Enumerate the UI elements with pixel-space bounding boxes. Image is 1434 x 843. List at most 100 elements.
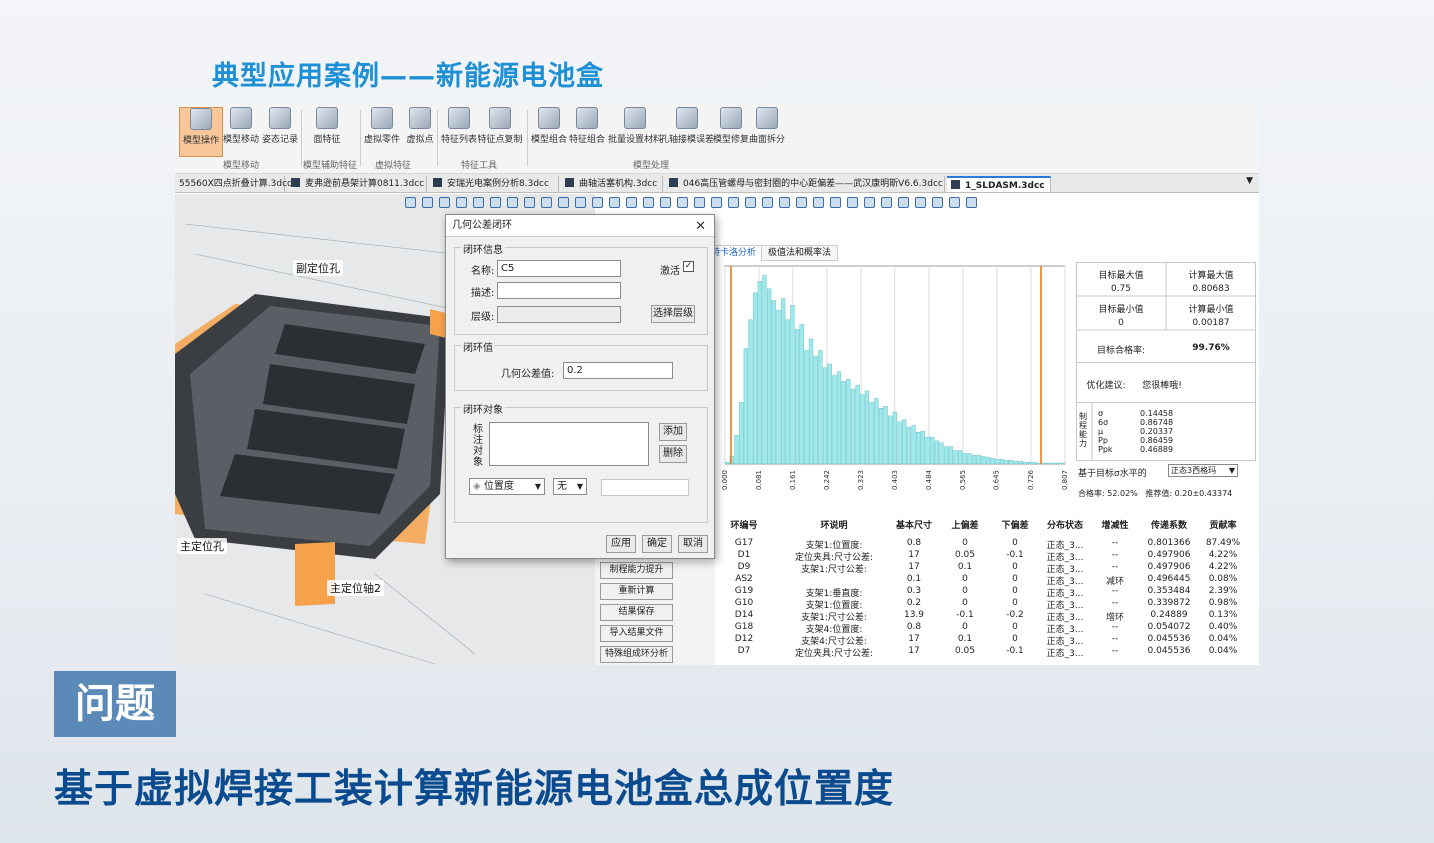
improve-capability-button[interactable]: 制程能力提升 <box>600 562 673 579</box>
view-tool-icon[interactable] <box>762 197 773 208</box>
surface-split-button[interactable]: 曲面拆分 <box>745 107 789 145</box>
histogram-bar <box>743 348 748 465</box>
col-header[interactable]: 基本尺寸 <box>889 518 939 531</box>
view-tool-icon[interactable] <box>592 197 603 208</box>
doc-tab[interactable]: 曲轴活塞机构.3dcc <box>561 176 663 192</box>
x-tick-label: 0.403 <box>891 470 899 490</box>
view-tool-icon[interactable] <box>813 197 824 208</box>
table-cell: -0.1 <box>956 610 974 620</box>
table-row[interactable]: D1 定位夹具:尺寸公差: 17 0.05 -0.1 正态_3... -- 0.497906 4… <box>719 550 1249 563</box>
table-row[interactable]: D7 定位夹具:尺寸公差: 17 0.05 -0.1 正态_3... -- 0.045536 0… <box>719 646 1249 659</box>
table-row[interactable]: G18 支架4:位置度: 0.8 0 0 正态_3... -- 0.054072 0.40% <box>719 622 1249 635</box>
col-header[interactable]: 贡献率 <box>1201 518 1245 531</box>
view-tool-icon[interactable] <box>966 197 977 208</box>
table-row[interactable]: G19 支架1:垂直度: 0.3 0 0 正态_3... -- 0.353484 2.39% <box>719 586 1249 599</box>
table-row[interactable]: D14 支架1:尺寸公差: 13.9 -0.1 -0.2 正态_3... 增环 0.24889… <box>719 610 1249 623</box>
view-tool-icon[interactable] <box>422 197 433 208</box>
view-tool-icon[interactable] <box>796 197 807 208</box>
view-tool-icon[interactable] <box>898 197 909 208</box>
view-tool-icon[interactable] <box>507 197 518 208</box>
tolerance-input[interactable]: 0.2 <box>563 362 673 379</box>
view-tool-icon[interactable] <box>439 197 450 208</box>
doc-tab[interactable]: 安瑞光电案例分析8.3dcc <box>429 176 559 192</box>
view-tool-icon[interactable] <box>745 197 756 208</box>
view-tool-icon[interactable] <box>864 197 875 208</box>
tab-overflow-icon[interactable]: ▼ <box>1246 176 1253 186</box>
view-tool-icon[interactable] <box>915 197 926 208</box>
col-header[interactable]: 下偏差 <box>991 518 1039 531</box>
view-tool-icon[interactable] <box>932 197 943 208</box>
tolerance-type-select[interactable]: ◈ 位置度 ▼ <box>469 478 545 495</box>
view-tool-icon[interactable] <box>694 197 705 208</box>
pose-record-button[interactable]: 姿态记录 <box>258 107 302 145</box>
view-tool-icon[interactable] <box>456 197 467 208</box>
mark-object-list[interactable] <box>489 422 649 466</box>
table-row[interactable]: G10 支架1:位置度: 0.2 0 0 正态_3... -- 0.339872 0.98% <box>719 598 1249 611</box>
view-tool-icon[interactable] <box>524 197 535 208</box>
view-tool-icon[interactable] <box>643 197 654 208</box>
histogram-bar <box>995 458 1000 465</box>
feature-copy-button[interactable]: 特征点复制 <box>475 107 525 145</box>
save-result-button[interactable]: 结果保存 <box>600 604 673 621</box>
feature-combine-button[interactable]: 特征组合 <box>565 107 609 145</box>
col-header[interactable]: 增减性 <box>1093 518 1137 531</box>
view-tool-icon[interactable] <box>473 197 484 208</box>
add-button[interactable]: 添加 <box>659 423 687 441</box>
recalculate-button[interactable]: 重新计算 <box>600 583 673 600</box>
doc-tab-active[interactable]: 1_SLDASM.3dcc <box>947 176 1051 192</box>
desc-input[interactable] <box>497 282 621 299</box>
view-tool-icon[interactable] <box>847 197 858 208</box>
col-header[interactable]: 传递系数 <box>1139 518 1199 531</box>
special-ring-analysis-button[interactable]: 特殊组成环分析 <box>600 646 673 663</box>
table-row[interactable]: G17 支架1:位置度: 0.8 0 0 正态_3... -- 0.801366 87.49% <box>719 538 1249 551</box>
view-tool-icon[interactable] <box>609 197 620 208</box>
view-tool-icon[interactable] <box>779 197 790 208</box>
view-tool-icon[interactable] <box>728 197 739 208</box>
view-tool-icon[interactable] <box>626 197 637 208</box>
3d-label: 主定位轴2 <box>327 580 384 596</box>
virtual-point-button[interactable]: 虚拟点 <box>398 107 442 145</box>
face-feature-button[interactable]: 面特征 <box>305 107 349 145</box>
batch-material-button[interactable]: 批量设置材料 <box>607 107 663 145</box>
table-cell: 0.339872 <box>1147 598 1191 608</box>
view-tool-icon[interactable] <box>711 197 722 208</box>
tab-extreme-prob[interactable]: 极值法和概率法 <box>761 245 839 261</box>
view-tool-icon[interactable] <box>575 197 586 208</box>
ok-button[interactable]: 确定 <box>642 535 672 553</box>
hole-shaft-button[interactable]: 孔轴接模误差 <box>659 107 715 145</box>
col-header[interactable]: 环说明 <box>779 518 889 531</box>
view-tool-icon[interactable] <box>558 197 569 208</box>
table-row[interactable]: AS2 0.1 0 0 正态_3... 减环 0.496445 0.08% <box>719 574 1249 587</box>
view-tool-icon[interactable] <box>949 197 960 208</box>
select-level-button[interactable]: 选择层级 <box>651 305 695 323</box>
view-tool-icon[interactable] <box>660 197 671 208</box>
col-header[interactable]: 环编号 <box>719 518 769 531</box>
table-row[interactable]: D9 支架1:尺寸公差: 17 0.1 0 正态_3... -- 0.497906 4.22% <box>719 562 1249 575</box>
view-tool-icon[interactable] <box>490 197 501 208</box>
doc-tab[interactable]: 55560X四点折叠计算.3dcc <box>175 176 292 192</box>
doc-tab[interactable]: 麦弗逊前悬架计算0811.3dcc <box>287 176 427 192</box>
view-tool-icon[interactable] <box>881 197 892 208</box>
col-header[interactable]: 分布状态 <box>1039 518 1091 531</box>
doc-tab[interactable]: 046高压管螺母与密封圈的中心距偏差——武汉康明斯V6.6.3dcc <box>665 176 945 192</box>
name-input[interactable]: C5 <box>497 260 621 277</box>
activate-checkbox[interactable]: ✓ <box>683 261 694 272</box>
view-tool-icon[interactable] <box>677 197 688 208</box>
table-cell: 0.045536 <box>1147 646 1191 656</box>
col-header[interactable]: 上偏差 <box>941 518 989 531</box>
model-move-button[interactable]: 模型移动 <box>219 107 263 145</box>
delete-button[interactable]: 删除 <box>659 445 687 463</box>
view-tool-icon[interactable] <box>405 197 416 208</box>
table-row[interactable]: D12 支架4:尺寸公差: 17 0.1 0 正态_3... -- 0.045536 0.04% <box>719 634 1249 647</box>
apply-button[interactable]: 应用 <box>606 535 636 553</box>
cancel-button[interactable]: 取消 <box>678 535 708 553</box>
datum-select[interactable]: 无 ▼ <box>553 478 587 495</box>
software-screenshot: 模型操作 模型移动 姿态记录 面特征 虚拟零件 虚拟点 特征列表 特征点复制 模… <box>175 104 1259 665</box>
view-tool-icon[interactable] <box>830 197 841 208</box>
sigma-level-select[interactable]: 正态3西格玛 ▼ <box>1168 464 1238 477</box>
import-result-button[interactable]: 导入结果文件 <box>600 625 673 642</box>
extra-input[interactable] <box>601 479 689 496</box>
close-icon[interactable]: ✕ <box>695 219 706 234</box>
model-op-button[interactable]: 模型操作 <box>179 107 223 157</box>
view-tool-icon[interactable] <box>541 197 552 208</box>
